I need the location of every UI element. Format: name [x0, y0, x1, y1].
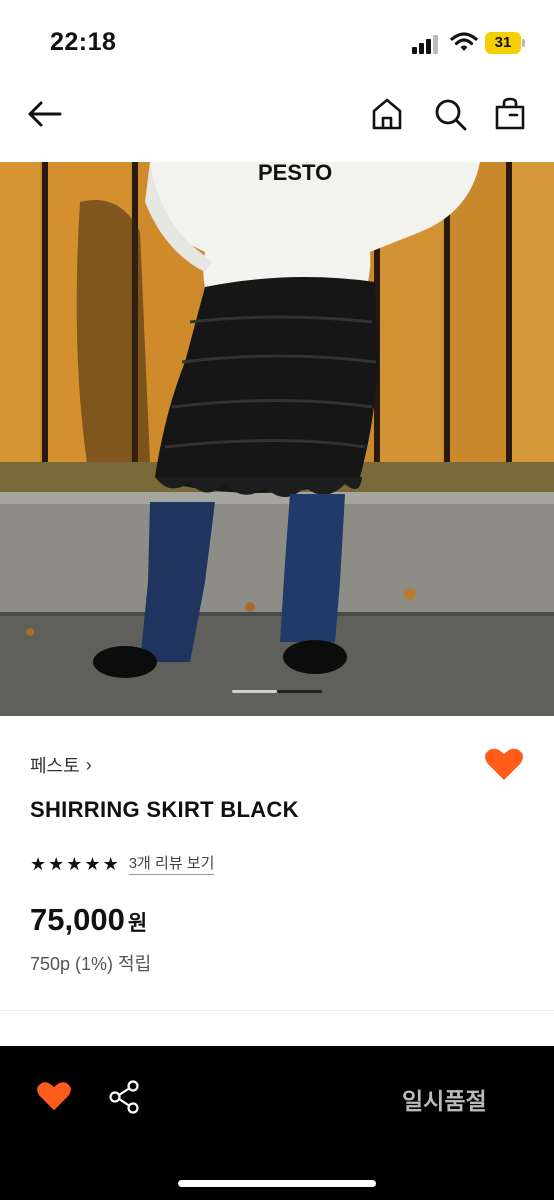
heart-icon[interactable] [36, 1080, 72, 1114]
brand-name: 페스토 [30, 756, 80, 776]
status-bar: 22:18 31 [0, 0, 554, 80]
shopping-bag-icon[interactable] [493, 97, 527, 131]
battery-icon: 31 [485, 32, 525, 54]
gallery-page-indicator [232, 690, 322, 694]
star-icon: ★ [84, 853, 101, 874]
star-icon: ★ [66, 853, 83, 874]
share-icon[interactable] [108, 1080, 140, 1114]
review-link[interactable]: 3개 리뷰 보기 [128, 852, 215, 875]
chevron-right-icon: › [85, 754, 92, 775]
svg-text:PESTO: PESTO [258, 162, 332, 185]
home-indicator[interactable] [178, 1180, 376, 1187]
rating-stars: ★ ★ ★ ★ ★ [30, 854, 119, 874]
rating-row: ★ ★ ★ ★ ★ 3개 리뷰 보기 [30, 852, 215, 875]
product-name: SHIRRING SKIRT BLACK [30, 797, 299, 822]
wifi-icon [450, 31, 478, 53]
price-row: 75,000 원 [30, 902, 147, 938]
indicator-slide-1 [232, 690, 277, 693]
price-currency: 원 [127, 912, 148, 935]
search-icon[interactable] [433, 97, 467, 131]
top-nav [0, 80, 554, 162]
battery-level: 31 [485, 32, 521, 54]
indicator-slide-2 [277, 690, 322, 693]
soldout-button[interactable]: 일시품절 [402, 1082, 487, 1116]
bottom-action-bar: 일시품절 [0, 1046, 554, 1200]
star-icon: ★ [30, 853, 47, 874]
reward-points: 750p (1%) 적립 [30, 954, 152, 974]
like-heart-icon[interactable] [484, 746, 524, 786]
status-time: 22:18 [50, 28, 117, 56]
product-image[interactable]: PESTO [0, 162, 554, 716]
divider [0, 1010, 554, 1011]
brand-link[interactable]: 페스토 › [30, 752, 92, 778]
signal-icon [412, 34, 440, 54]
back-arrow-icon[interactable] [26, 97, 62, 131]
star-icon: ★ [48, 853, 65, 874]
star-icon: ★ [102, 853, 119, 874]
price-value: 75,000 [30, 902, 125, 937]
home-icon[interactable] [370, 97, 404, 131]
